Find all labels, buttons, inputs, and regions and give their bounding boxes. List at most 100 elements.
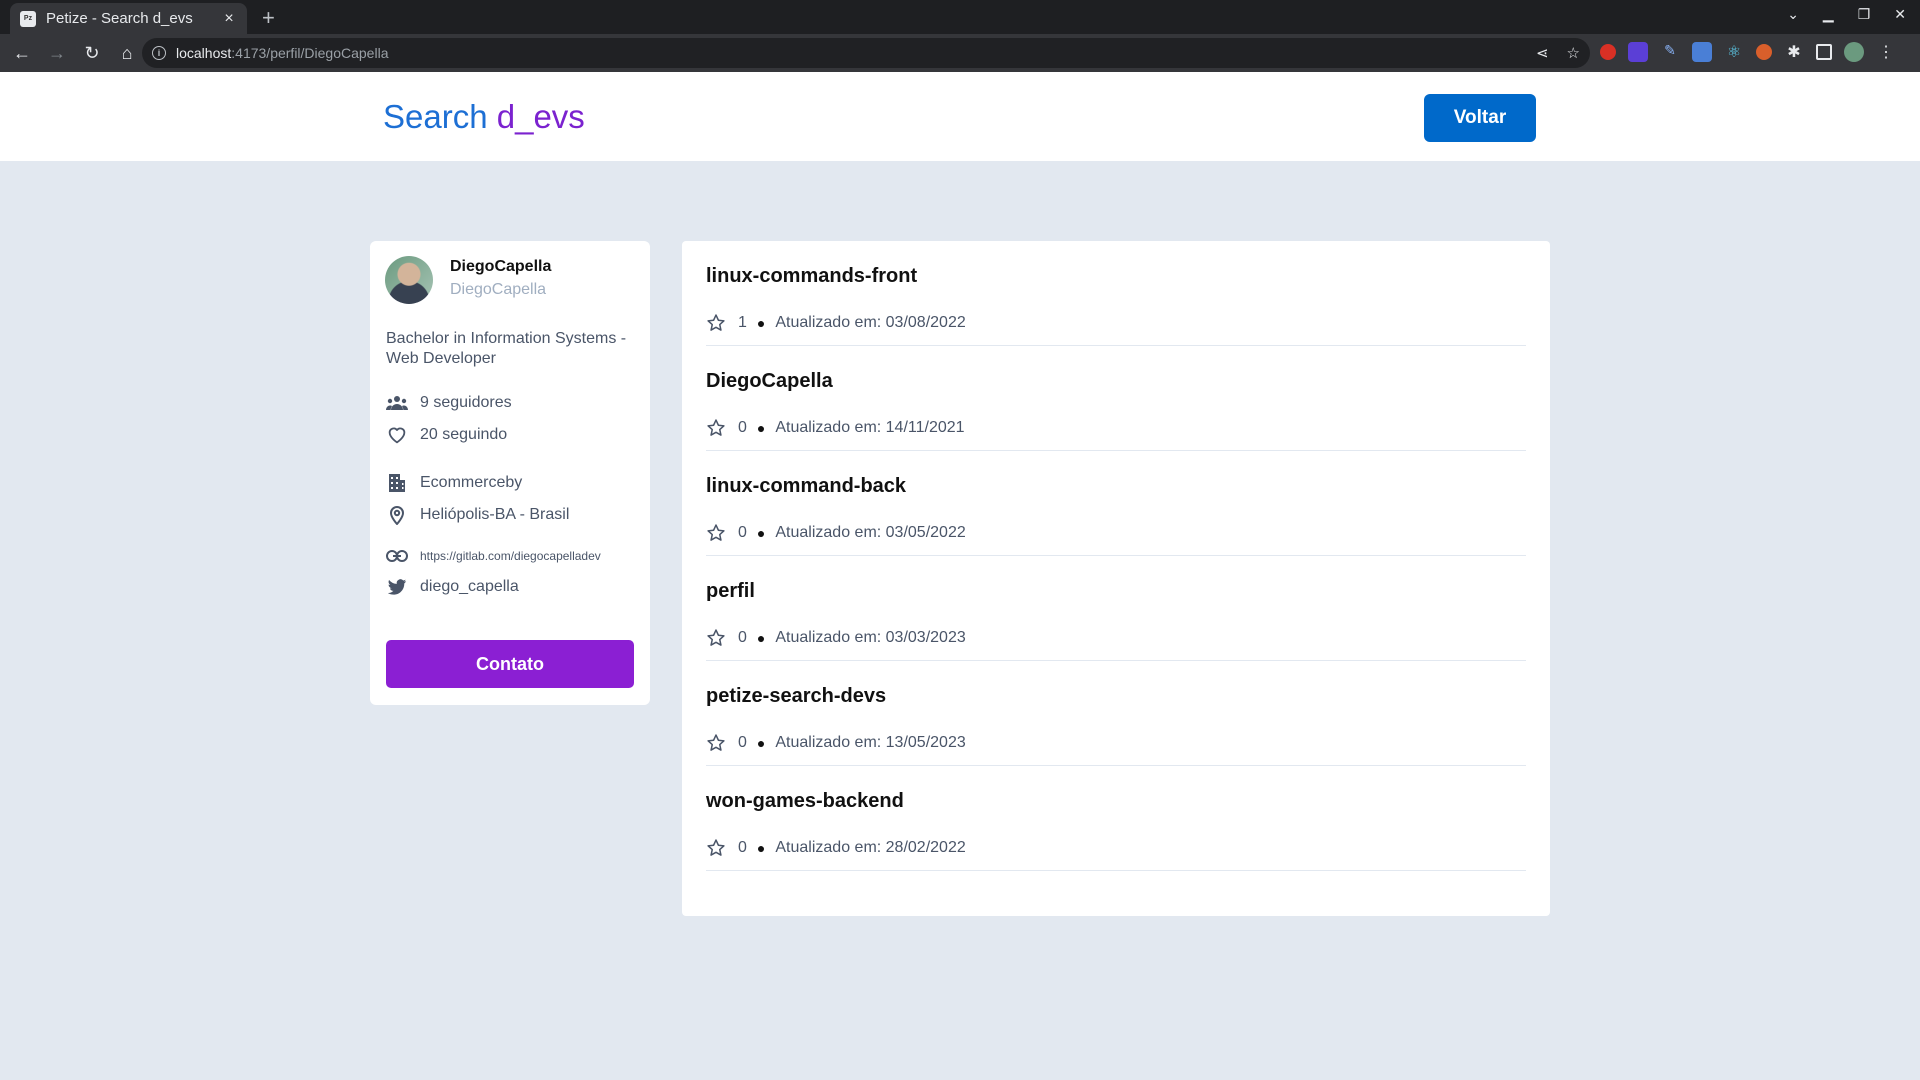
share-icon[interactable]: ⋖ — [1536, 44, 1549, 62]
location-row: Heliópolis-BA - Brasil — [386, 504, 569, 526]
repo-meta: 0 ● Atualizado em: 03/03/2023 — [706, 628, 966, 648]
repo-meta: 0 ● Atualizado em: 03/05/2022 — [706, 523, 966, 543]
star-count: 1 — [738, 314, 747, 331]
updated-date: Atualizado em: 03/05/2022 — [775, 524, 966, 541]
repo-item[interactable]: perfil 0 ● Atualizado em: 03/03/2023 — [706, 556, 1526, 661]
new-tab-button[interactable]: + — [262, 5, 275, 31]
repo-name[interactable]: won-games-backend — [706, 790, 904, 813]
extensions-area: ✎ ⚛ ✱ ⋮ — [1600, 42, 1896, 62]
updated-date: Atualizado em: 28/02/2022 — [775, 839, 966, 856]
menu-dots-icon[interactable]: ⋮ — [1876, 42, 1896, 62]
repo-meta: 0 ● Atualizado em: 13/05/2023 — [706, 733, 966, 753]
minimize-icon[interactable]: ▁ — [1823, 6, 1834, 23]
updated-date: Atualizado em: 03/08/2022 — [775, 314, 966, 331]
logo-text-devs: d_evs — [496, 98, 585, 135]
repo-meta: 0 ● Atualizado em: 28/02/2022 — [706, 838, 966, 858]
url-host: localhost — [176, 45, 232, 61]
tab-search-icon[interactable]: ⌄ — [1787, 6, 1799, 23]
repo-item[interactable]: petize-search-devs 0 ● Atualizado em: 13… — [706, 661, 1526, 766]
repo-meta: 0 ● Atualizado em: 14/11/2021 — [706, 418, 965, 438]
extension-pen-icon[interactable]: ✎ — [1660, 42, 1680, 62]
close-window-icon[interactable]: ✕ — [1894, 6, 1906, 23]
browser-tab-bar: Pz Petize - Search d_evs × + ⌄ ▁ ❐ ✕ — [0, 0, 1920, 34]
star-count: 0 — [738, 419, 747, 436]
link-icon — [386, 545, 408, 567]
following-count: 20 seguindo — [420, 426, 508, 443]
updated-date: Atualizado em: 13/05/2023 — [775, 734, 966, 751]
separator-dot: ● — [756, 630, 766, 646]
forward-arrow-icon[interactable]: → — [41, 37, 73, 69]
repo-name[interactable]: DiegoCapella — [706, 370, 833, 393]
separator-dot: ● — [756, 735, 766, 751]
building-icon — [386, 472, 408, 494]
contact-button[interactable]: Contato — [386, 640, 634, 688]
extension-translate-icon[interactable] — [1692, 42, 1712, 62]
extension-react-icon[interactable]: ⚛ — [1724, 42, 1744, 62]
star-count: 0 — [738, 839, 747, 856]
repo-item[interactable]: DiegoCapella 0 ● Atualizado em: 14/11/20… — [706, 346, 1526, 451]
logo-text-search: Search — [383, 98, 497, 135]
heart-icon — [386, 424, 408, 446]
back-button[interactable]: Voltar — [1424, 94, 1536, 142]
url-path: :4173/perfil/DiegoCapella — [231, 45, 389, 61]
updated-date: Atualizado em: 03/03/2023 — [775, 629, 966, 646]
repo-name[interactable]: perfil — [706, 580, 755, 603]
updated-date: Atualizado em: 14/11/2021 — [775, 419, 965, 436]
site-info-icon[interactable]: i — [152, 46, 166, 60]
profile-login: DiegoCapella — [450, 281, 547, 298]
star-icon — [707, 629, 725, 646]
repo-name[interactable]: linux-commands-front — [706, 265, 917, 288]
side-panel-icon[interactable] — [1816, 44, 1832, 60]
company-row: Ecommerceby — [386, 472, 522, 494]
app-logo[interactable]: Search d_evs — [383, 98, 585, 136]
location-text: Heliópolis-BA - Brasil — [420, 506, 570, 523]
repo-item[interactable]: linux-command-back 0 ● Atualizado em: 03… — [706, 451, 1526, 556]
extension-red-icon[interactable] — [1600, 44, 1616, 60]
tab-close-icon[interactable]: × — [221, 10, 237, 28]
twitter-handle[interactable]: diego_capella — [420, 578, 519, 596]
star-count: 0 — [738, 524, 747, 541]
extension-fire-icon[interactable] — [1756, 44, 1772, 60]
extension-purple-icon[interactable] — [1628, 42, 1648, 62]
blog-link[interactable]: https://gitlab.com/diegocapelladev — [420, 549, 601, 563]
address-bar[interactable]: i localhost:4173/perfil/DiegoCapella ⋖ ☆ — [142, 38, 1590, 68]
star-icon — [707, 419, 725, 436]
star-icon — [707, 524, 725, 541]
profile-card: DiegoCapella DiegoCapella Bachelor in In… — [370, 241, 650, 705]
following-row: 20 seguindo — [386, 424, 507, 446]
bookmark-star-icon[interactable]: ☆ — [1567, 44, 1580, 62]
star-icon — [707, 839, 725, 856]
star-icon — [707, 314, 725, 331]
profile-bio: Bachelor in Information Systems - Web De… — [386, 330, 627, 367]
location-pin-icon — [386, 504, 408, 526]
repo-name[interactable]: linux-command-back — [706, 475, 906, 498]
followers-count: 9 seguidores — [420, 394, 512, 411]
favicon-icon: Pz — [20, 10, 36, 27]
users-icon — [386, 392, 408, 414]
profile-name: DiegoCapella — [450, 258, 552, 275]
reload-icon[interactable]: ↻ — [76, 37, 108, 69]
repo-meta: 1 ● Atualizado em: 03/08/2022 — [706, 313, 966, 333]
page-header: Search d_evs Voltar — [0, 72, 1920, 161]
repo-list: linux-commands-front 1 ● Atualizado em: … — [682, 241, 1550, 916]
back-arrow-icon[interactable]: ← — [6, 37, 38, 69]
star-icon — [707, 734, 725, 751]
twitter-icon — [386, 576, 408, 598]
followers-row: 9 seguidores — [386, 392, 512, 414]
company-name: Ecommerceby — [420, 474, 523, 491]
home-icon[interactable]: ⌂ — [111, 37, 143, 69]
tab-title: Petize - Search d_evs — [46, 10, 193, 27]
blog-row: https://gitlab.com/diegocapelladev — [386, 545, 601, 567]
repo-item[interactable]: won-games-backend 0 ● Atualizado em: 28/… — [706, 766, 1526, 871]
profile-avatar-icon[interactable] — [1844, 42, 1864, 62]
separator-dot: ● — [756, 840, 766, 856]
separator-dot: ● — [756, 525, 766, 541]
repo-item[interactable]: linux-commands-front 1 ● Atualizado em: … — [706, 241, 1526, 346]
browser-toolbar: ← → ↻ ⌂ i localhost:4173/perfil/DiegoCap… — [0, 34, 1920, 72]
restore-icon[interactable]: ❐ — [1858, 6, 1871, 23]
separator-dot: ● — [756, 315, 766, 331]
browser-tab[interactable]: Pz Petize - Search d_evs × — [10, 3, 247, 34]
extensions-puzzle-icon[interactable]: ✱ — [1784, 42, 1804, 62]
star-count: 0 — [738, 629, 747, 646]
repo-name[interactable]: petize-search-devs — [706, 685, 886, 708]
